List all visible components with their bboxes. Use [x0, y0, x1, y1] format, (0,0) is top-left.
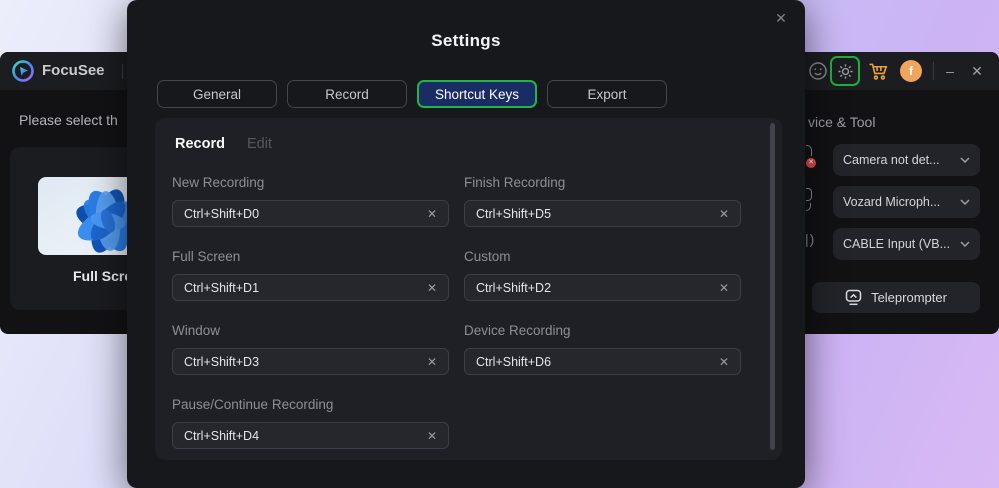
microphone-select-value: Vozard Microph...: [843, 195, 941, 209]
titlebar-divider-2: [933, 62, 934, 80]
account-badge[interactable]: f: [900, 60, 922, 82]
field-device-recording: Device Recording Ctrl+Shift+D6 ✕: [464, 323, 741, 375]
clear-icon[interactable]: ✕: [427, 281, 437, 295]
camera-error-badge: ✕: [804, 156, 818, 170]
store-cart-icon[interactable]: [867, 60, 889, 82]
clear-icon[interactable]: ✕: [719, 355, 729, 369]
shortcut-value: Ctrl+Shift+D0: [184, 206, 260, 221]
shortcut-input[interactable]: Ctrl+Shift+D3 ✕: [172, 348, 449, 375]
shortcut-value: Ctrl+Shift+D5: [476, 206, 552, 221]
tab-record[interactable]: Record: [287, 80, 407, 108]
field-full-screen: Full Screen Ctrl+Shift+D1 ✕: [172, 249, 449, 301]
chevron-down-icon: [960, 157, 970, 163]
clear-icon[interactable]: ✕: [427, 429, 437, 443]
camera-select[interactable]: Camera not det...: [833, 144, 980, 176]
panel-tab-edit[interactable]: Edit: [247, 136, 272, 152]
tab-shortcut-keys[interactable]: Shortcut Keys: [417, 80, 537, 108]
shortcut-keys-panel: Record Edit New Recording Ctrl+Shift+D0 …: [155, 118, 782, 460]
select-mode-prompt: Please select th: [19, 112, 118, 128]
shortcut-value: Ctrl+Shift+D3: [184, 354, 260, 369]
tab-general[interactable]: General: [157, 80, 277, 108]
settings-dialog: ✕ Settings General Record Shortcut Keys …: [127, 0, 805, 488]
field-label: New Recording: [172, 175, 265, 190]
system-audio-select-value: CABLE Input (VB...: [843, 237, 950, 251]
field-label: Device Recording: [464, 323, 571, 338]
device-tool-header: vice & Tool: [808, 114, 876, 130]
clear-icon[interactable]: ✕: [719, 207, 729, 221]
microphone-select[interactable]: Vozard Microph...: [833, 186, 980, 218]
shortcut-fields: New Recording Ctrl+Shift+D0 ✕ Finish Rec…: [172, 175, 741, 449]
field-pause-continue: Pause/Continue Recording Ctrl+Shift+D4 ✕: [172, 397, 449, 449]
window-close-button[interactable]: ✕: [965, 52, 989, 90]
shortcut-value: Ctrl+Shift+D2: [476, 280, 552, 295]
shortcut-input[interactable]: Ctrl+Shift+D5 ✕: [464, 200, 741, 227]
shortcut-input[interactable]: Ctrl+Shift+D6 ✕: [464, 348, 741, 375]
teleprompter-label: Teleprompter: [871, 290, 947, 305]
field-label: Pause/Continue Recording: [172, 397, 334, 412]
field-finish-recording: Finish Recording Ctrl+Shift+D5 ✕: [464, 175, 741, 227]
panel-scrollbar[interactable]: [770, 123, 775, 450]
teleprompter-button[interactable]: Teleprompter: [812, 282, 980, 313]
system-audio-select[interactable]: CABLE Input (VB...: [833, 228, 980, 260]
camera-select-value: Camera not det...: [843, 153, 940, 167]
shortcut-value: Ctrl+Shift+D1: [184, 280, 260, 295]
screen: FocuSee f – ✕ Please select th Full Scre…: [0, 0, 999, 488]
mode-card-label: Full Scre: [73, 268, 133, 284]
shortcut-input[interactable]: Ctrl+Shift+D2 ✕: [464, 274, 741, 301]
microphone-icon-stand: [806, 203, 811, 211]
field-window: Window Ctrl+Shift+D3 ✕: [172, 323, 449, 375]
clear-icon[interactable]: ✕: [427, 207, 437, 221]
speaker-icon[interactable]: |): [805, 231, 815, 247]
titlebar-divider: [122, 64, 123, 79]
panel-tab-record[interactable]: Record: [175, 136, 225, 152]
shortcut-input[interactable]: Ctrl+Shift+D0 ✕: [172, 200, 449, 227]
settings-tabs: General Record Shortcut Keys Export: [157, 80, 667, 108]
microphone-icon[interactable]: [806, 188, 812, 201]
shortcut-value: Ctrl+Shift+D4: [184, 428, 260, 443]
shortcut-value: Ctrl+Shift+D6: [476, 354, 552, 369]
field-label: Window: [172, 323, 221, 338]
teleprompter-icon: [845, 289, 862, 306]
field-label: Finish Recording: [464, 175, 566, 190]
field-new-recording: New Recording Ctrl+Shift+D0 ✕: [172, 175, 449, 227]
shortcut-input[interactable]: Ctrl+Shift+D4 ✕: [172, 422, 449, 449]
app-title: FocuSee: [42, 62, 105, 79]
minimize-button[interactable]: –: [938, 52, 962, 90]
clear-icon[interactable]: ✕: [719, 281, 729, 295]
tab-export[interactable]: Export: [547, 80, 667, 108]
feedback-smiley-icon[interactable]: [807, 60, 829, 82]
field-custom: Custom Ctrl+Shift+D2 ✕: [464, 249, 741, 301]
clear-icon[interactable]: ✕: [427, 355, 437, 369]
chevron-down-icon: [960, 199, 970, 205]
dialog-close-icon[interactable]: ✕: [771, 8, 791, 28]
chevron-down-icon: [960, 241, 970, 247]
panel-tabs: Record Edit: [175, 136, 272, 152]
settings-gear-icon[interactable]: [830, 56, 860, 86]
dialog-title: Settings: [431, 31, 501, 50]
shortcut-input[interactable]: Ctrl+Shift+D1 ✕: [172, 274, 449, 301]
focusee-logo-icon: [12, 60, 34, 82]
field-label: Full Screen: [172, 249, 241, 264]
field-label: Custom: [464, 249, 511, 264]
